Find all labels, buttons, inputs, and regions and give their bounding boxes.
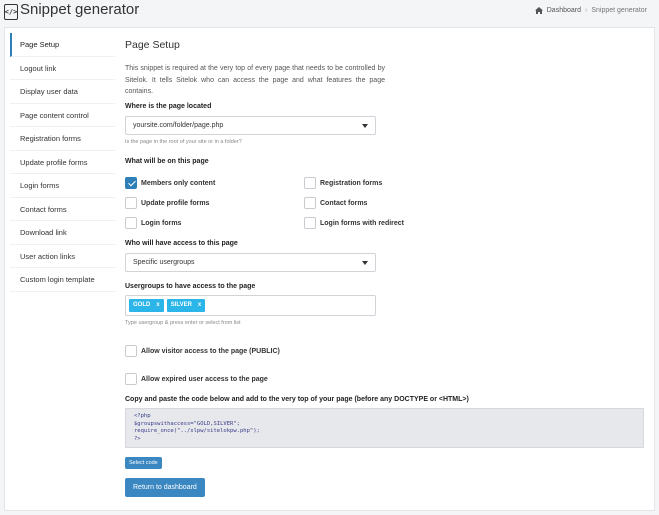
public-access-option[interactable]: Allow visitor access to the page (PUBLIC… [125,345,280,357]
feature-label: Login forms [141,219,182,227]
usergroups-hint: Type usergroup & press enter or select f… [125,320,241,326]
sidebar-item-page-setup[interactable]: Page Setup [10,33,115,57]
code-file-icon: </> [4,4,18,20]
app-title: Snippet generator [20,1,140,18]
feature-login-forms[interactable]: Login forms [125,217,181,229]
feature-update-profile-forms[interactable]: Update profile forms [125,197,209,209]
checkbox-icon[interactable] [304,217,316,229]
main-panel: Page Setup This snippet is required at t… [125,28,650,512]
sidebar-item-contact-forms[interactable]: Contact forms [10,198,115,221]
sidebar-item-page-content-control[interactable]: Page content control [10,104,115,127]
feature-label: Login forms with redirect [320,219,405,227]
usergroups-tag-input[interactable]: GOLD x SILVER x [125,295,376,316]
sidebar-item-display-user-data[interactable]: Display user data [10,80,115,104]
feature-label: Update profile forms [141,199,210,207]
checkbox-icon[interactable] [125,373,137,385]
feature-label: Registration forms [320,179,383,187]
feature-label: Contact forms [320,199,368,207]
chevron-down-icon [362,124,368,128]
page-title: Page Setup [125,39,180,51]
expired-access-label: Allow expired user access to the page [141,375,268,383]
public-access-label: Allow visitor access to the page (PUBLIC… [141,347,280,355]
access-select[interactable]: Specific usergroups [125,253,376,272]
dashboard-icon[interactable] [534,7,543,14]
usergroup-tag-gold: GOLD x [129,299,164,312]
breadcrumb-current: Snippet generator [591,7,647,14]
sidebar-item-login-forms[interactable]: Login forms [10,174,115,198]
sidebar-item-registration-forms[interactable]: Registration forms [10,127,115,151]
chevron-down-icon [362,261,368,265]
code-line: ?> [134,435,141,442]
sidebar-item-custom-login-template[interactable]: Custom login template [10,268,115,292]
location-label: Where is the page located [125,103,212,110]
remove-tag-icon[interactable]: x [156,299,159,312]
feature-label: Members only content [141,179,216,187]
features-label: What will be on this page [125,158,209,165]
location-select-value: yoursite.com/folder/page.php [133,122,224,129]
checkbox-checked-icon[interactable] [125,177,137,189]
top-bar: </> Snippet generator Dashboard › Snippe… [0,0,659,24]
location-hint: Is the page in the root of your site or … [125,139,242,145]
sidebar-item-user-action-links[interactable]: User action links [10,245,115,268]
return-to-dashboard-button[interactable]: Return to dashboard [125,478,205,497]
sidebar-item-download-link[interactable]: Download link [10,221,115,245]
checkbox-icon[interactable] [304,197,316,209]
code-line: require_once("../slpw/sitelokpw.php"); [134,428,260,434]
sidebar-item-update-profile-forms[interactable]: Update profile forms [10,151,115,174]
access-label: Who will have access to this page [125,240,238,247]
expired-access-option[interactable]: Allow expired user access to the page [125,373,268,385]
usergroup-tag-silver: SILVER x [166,299,206,312]
feature-login-forms-with-redirect[interactable]: Login forms with redirect [304,217,404,229]
sidebar-item-logout-link[interactable]: Logout link [10,57,115,80]
checkbox-icon[interactable] [125,345,137,357]
content-card: Page Setup Logout link Display user data… [4,27,655,511]
code-line: $groupswithaccess="GOLD,SILVER"; [134,420,240,427]
tag-label: GOLD [133,302,151,308]
usergroups-label: Usergroups to have access to the page [125,283,256,290]
tag-label: SILVER [170,302,192,308]
breadcrumb-dashboard-link[interactable]: Dashboard [547,7,581,14]
checkbox-icon[interactable] [304,177,316,189]
breadcrumb: Dashboard › Snippet generator [534,7,647,14]
sidebar: Page Setup Logout link Display user data… [10,33,115,292]
select-code-button[interactable]: Select code [125,457,162,469]
feature-registration-forms[interactable]: Registration forms [304,177,382,189]
checkbox-icon[interactable] [125,217,137,229]
code-label: Copy and paste the code below and add to… [125,396,469,403]
feature-members-only-content[interactable]: Members only content [125,177,215,189]
feature-contact-forms[interactable]: Contact forms [304,197,367,209]
breadcrumb-separator: › [585,7,588,14]
access-select-value: Specific usergroups [133,259,195,266]
checkbox-icon[interactable] [125,197,137,209]
code-line: <?php [134,413,151,419]
intro-text: This snippet is required at the very top… [125,65,385,95]
remove-tag-icon[interactable]: x [198,299,201,312]
code-snippet[interactable]: <?php $groupswithaccess="GOLD,SILVER"; req… [125,408,644,448]
location-select[interactable]: yoursite.com/folder/page.php [125,116,376,135]
